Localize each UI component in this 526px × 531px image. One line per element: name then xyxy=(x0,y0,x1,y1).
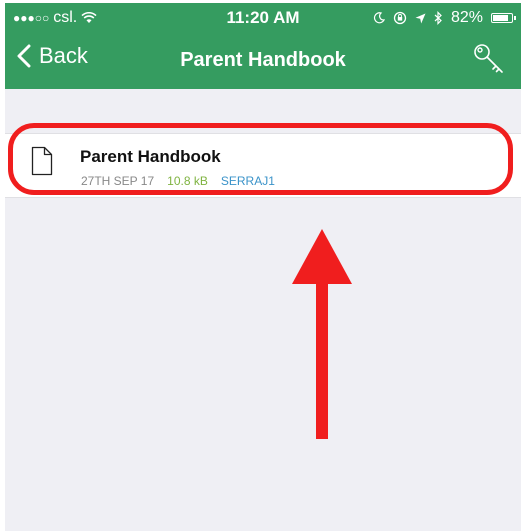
file-meta: 27TH SEP 17 10.8 kB SERRAJ1 xyxy=(81,174,275,188)
status-right: 82% xyxy=(373,3,516,33)
arrow-up-annotation xyxy=(292,229,352,439)
battery-percent: 82% xyxy=(450,9,483,26)
battery-icon xyxy=(491,13,516,23)
orientation-lock-icon xyxy=(393,11,407,25)
key-icon xyxy=(474,44,503,73)
status-bar: ●●●○○ csl. 11:20 AM 82% xyxy=(5,3,521,33)
nav-bar: Back Parent Handbook xyxy=(5,33,521,89)
file-name: Parent Handbook xyxy=(80,147,221,166)
document-icon xyxy=(31,146,53,176)
app-screen: ●●●○○ csl. 11:20 AM 82% Back Parent Hand… xyxy=(5,3,521,531)
key-button[interactable] xyxy=(471,41,507,77)
list-item-file[interactable]: Parent Handbook 27TH SEP 17 10.8 kB SERR… xyxy=(5,134,521,197)
header: ●●●○○ csl. 11:20 AM 82% Back Parent Hand… xyxy=(5,3,521,89)
file-list: Parent Handbook 27TH SEP 17 10.8 kB SERR… xyxy=(5,133,521,198)
file-size: 10.8 kB xyxy=(167,174,208,188)
location-icon xyxy=(415,13,426,23)
bluetooth-icon xyxy=(434,11,442,25)
battery-level xyxy=(493,15,508,21)
file-owner: SERRAJ1 xyxy=(220,174,275,188)
file-date: 27TH SEP 17 xyxy=(81,174,155,188)
moon-icon xyxy=(373,12,385,24)
page-title: Parent Handbook xyxy=(180,49,346,71)
